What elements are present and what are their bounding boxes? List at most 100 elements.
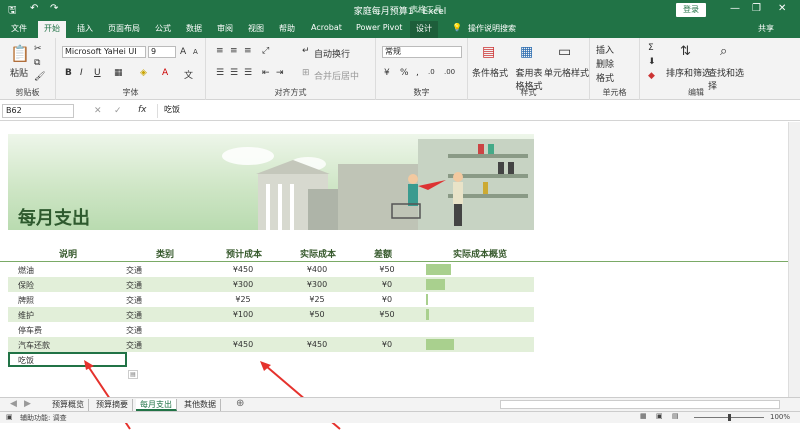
comma-icon[interactable]: , bbox=[416, 68, 419, 78]
category-cell[interactable]: 交通 bbox=[126, 265, 142, 276]
tab-data[interactable]: 数据 bbox=[186, 23, 202, 34]
align-top-icon[interactable]: ≡ bbox=[216, 46, 224, 56]
table-row[interactable]: 燃油 交通 ¥450 ¥400 ¥50 bbox=[8, 262, 534, 277]
zoom-level[interactable]: 100% bbox=[770, 413, 790, 421]
worksheet[interactable]: 每月支出 说明 类别 预计成本 实际成本 差额 实际成本概览 燃油 交通 ¥450 ¥… bbox=[0, 122, 788, 430]
difference-cell[interactable]: ¥50 bbox=[362, 265, 412, 274]
tab-acrobat[interactable]: Acrobat bbox=[311, 23, 342, 32]
align-middle-icon[interactable]: ≡ bbox=[230, 46, 238, 56]
cell-style-icon[interactable]: ▭ bbox=[558, 44, 571, 60]
decrease-indent-icon[interactable]: ⇤ bbox=[262, 68, 270, 78]
tab-power-pivot[interactable]: Power Pivot bbox=[356, 23, 402, 32]
login-button[interactable]: 登录 bbox=[676, 3, 706, 17]
font-color-icon[interactable]: A bbox=[162, 68, 168, 78]
tell-me-search[interactable]: 操作说明搜索 bbox=[468, 23, 516, 34]
format-button[interactable]: 格式 bbox=[596, 71, 614, 84]
vertical-scrollbar[interactable] bbox=[788, 122, 800, 397]
page-break-view-icon[interactable]: ▤ bbox=[672, 412, 679, 420]
font-size-select[interactable]: 9 bbox=[148, 46, 176, 58]
estimated-cost-cell[interactable]: ¥300 bbox=[218, 280, 268, 289]
restore-icon[interactable]: ❐ bbox=[752, 3, 761, 14]
decrease-decimal-icon[interactable]: .00 bbox=[444, 68, 455, 76]
actual-cost-cell[interactable]: ¥50 bbox=[292, 310, 342, 319]
align-center-icon[interactable]: ☰ bbox=[230, 68, 238, 78]
grow-font-icon[interactable]: A bbox=[180, 47, 186, 57]
description-cell[interactable]: 保险 bbox=[18, 280, 34, 291]
description-cell[interactable]: 停车费 bbox=[18, 325, 42, 336]
table-format-icon[interactable]: ▦ bbox=[520, 44, 533, 60]
phonetic-icon[interactable]: 文 bbox=[184, 68, 193, 81]
actual-cost-cell[interactable]: ¥25 bbox=[292, 295, 342, 304]
category-cell[interactable]: 交通 bbox=[126, 280, 142, 291]
paste-icon[interactable]: 📋 bbox=[10, 44, 30, 63]
difference-cell[interactable]: ¥0 bbox=[362, 340, 412, 349]
difference-cell[interactable]: ¥0 bbox=[362, 295, 412, 304]
table-row[interactable]: 停车费 交通 bbox=[8, 322, 534, 337]
estimated-cost-cell[interactable]: ¥25 bbox=[218, 295, 268, 304]
category-cell[interactable]: 交通 bbox=[126, 325, 142, 336]
wrap-text-icon[interactable]: ↵ bbox=[302, 46, 310, 56]
merge-center-icon[interactable]: ⊞ bbox=[302, 68, 310, 78]
fill-color-icon[interactable]: ◈ bbox=[140, 68, 147, 78]
sheet-tab-budget-overview[interactable]: 预算概览 bbox=[48, 399, 89, 411]
formula-input[interactable]: 吃饭 bbox=[157, 104, 797, 118]
sheet-tab-monthly-expenses[interactable]: 每月支出 bbox=[136, 399, 177, 411]
table-row[interactable]: 维护 交通 ¥100 ¥50 ¥50 bbox=[8, 307, 534, 322]
add-sheet-icon[interactable]: ⊕ bbox=[236, 398, 244, 409]
autosum-icon[interactable]: Σ bbox=[648, 43, 654, 53]
tab-formulas[interactable]: 公式 bbox=[155, 23, 171, 34]
insert-button[interactable]: 插入 bbox=[596, 43, 614, 56]
clear-icon[interactable]: ◆ bbox=[648, 71, 655, 81]
category-cell[interactable]: 交通 bbox=[126, 340, 142, 351]
find-select-icon[interactable]: ⌕ bbox=[720, 44, 727, 59]
estimated-cost-cell[interactable]: ¥450 bbox=[218, 340, 268, 349]
sort-filter-button[interactable]: 排序和筛选 bbox=[666, 66, 711, 79]
tab-review[interactable]: 审阅 bbox=[217, 23, 233, 34]
tab-page-layout[interactable]: 页面布局 bbox=[108, 23, 140, 34]
share-button[interactable]: 共享 bbox=[758, 23, 774, 34]
difference-cell[interactable]: ¥50 bbox=[362, 310, 412, 319]
conditional-format-icon[interactable]: ▤ bbox=[482, 44, 495, 60]
estimated-cost-cell[interactable]: ¥100 bbox=[218, 310, 268, 319]
delete-button[interactable]: 删除 bbox=[596, 57, 614, 70]
cut-icon[interactable]: ✂ bbox=[34, 44, 42, 54]
align-left-icon[interactable]: ☰ bbox=[216, 68, 224, 78]
zoom-slider-thumb[interactable] bbox=[728, 414, 731, 421]
wrap-text-button[interactable]: 自动换行 bbox=[314, 47, 350, 60]
close-icon[interactable]: ✕ bbox=[778, 3, 786, 14]
currency-icon[interactable]: ¥ bbox=[384, 68, 390, 78]
sheet-tab-budget-summary[interactable]: 预算摘要 bbox=[92, 399, 133, 411]
tab-file[interactable]: 文件 bbox=[11, 23, 27, 34]
table-row[interactable]: 汽车还款 交通 ¥450 ¥450 ¥0 bbox=[8, 337, 534, 352]
category-cell[interactable]: 交通 bbox=[126, 310, 142, 321]
description-cell[interactable]: 燃油 bbox=[18, 265, 34, 276]
fill-icon[interactable]: ⬇ bbox=[648, 57, 656, 67]
align-right-icon[interactable]: ☰ bbox=[244, 68, 252, 78]
increase-indent-icon[interactable]: ⇥ bbox=[276, 68, 284, 78]
name-box[interactable]: B62 bbox=[2, 104, 74, 118]
format-painter-icon[interactable]: 🖌 bbox=[34, 72, 45, 82]
actual-cost-cell[interactable]: ¥300 bbox=[292, 280, 342, 289]
border-icon[interactable]: ▦ bbox=[114, 68, 123, 78]
difference-cell[interactable]: ¥0 bbox=[362, 280, 412, 289]
tab-design[interactable]: 设计 bbox=[410, 21, 438, 38]
description-cell[interactable]: 维护 bbox=[18, 310, 34, 321]
conditional-format-button[interactable]: 条件格式 bbox=[472, 66, 508, 79]
minimize-icon[interactable]: — bbox=[730, 3, 740, 14]
page-layout-view-icon[interactable]: ▣ bbox=[656, 412, 663, 420]
font-name-select[interactable]: Microsoft YaHei UI bbox=[62, 46, 146, 58]
cancel-icon[interactable]: ✕ bbox=[94, 106, 102, 116]
paste-label[interactable]: 粘贴 bbox=[10, 66, 28, 79]
italic-icon[interactable]: I bbox=[80, 68, 83, 78]
description-cell[interactable]: 牌照 bbox=[18, 295, 34, 306]
actual-cost-cell[interactable]: ¥450 bbox=[292, 340, 342, 349]
accessibility-status[interactable]: 辅助功能: 调查 bbox=[20, 413, 67, 423]
tab-home[interactable]: 开始 bbox=[38, 21, 66, 38]
percent-icon[interactable]: % bbox=[400, 68, 409, 78]
scroll-right-icon[interactable]: ▶ bbox=[24, 399, 31, 409]
table-row[interactable]: 保险 交通 ¥300 ¥300 ¥0 bbox=[8, 277, 534, 292]
normal-view-icon[interactable]: ▦ bbox=[640, 412, 647, 420]
merge-center-button[interactable]: 合并后居中 bbox=[314, 69, 359, 82]
tab-help[interactable]: 帮助 bbox=[279, 23, 295, 34]
increase-decimal-icon[interactable]: .0 bbox=[428, 68, 435, 76]
